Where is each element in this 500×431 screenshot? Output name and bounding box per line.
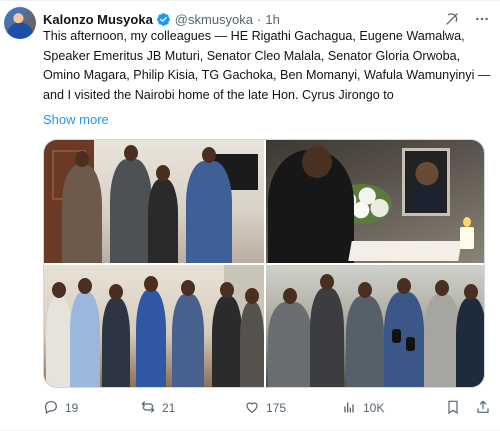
photo-head xyxy=(302,146,332,178)
photo-person xyxy=(62,165,102,263)
repost-count: 21 xyxy=(162,401,176,415)
share-icon xyxy=(475,399,491,418)
display-name[interactable]: Kalonzo Musyoka xyxy=(43,12,153,27)
verified-badge-icon xyxy=(156,12,171,27)
like-count: 175 xyxy=(266,401,287,415)
photo-candle xyxy=(460,227,474,249)
share-button[interactable] xyxy=(475,399,491,418)
photo-person xyxy=(456,298,484,387)
repost-icon xyxy=(140,399,156,418)
photo-person xyxy=(136,290,166,387)
photo-portrait xyxy=(411,159,443,211)
tweet-text: This afternoon, my colleagues — HE Rigat… xyxy=(43,29,491,102)
photo-condolence-book[interactable] xyxy=(266,140,484,263)
photo-portrait-frame xyxy=(402,148,450,216)
photo-condolence-book-page xyxy=(348,241,462,261)
more-icon[interactable] xyxy=(474,11,490,27)
photo-person xyxy=(148,179,178,263)
photo-person xyxy=(424,294,460,387)
photo-microphone xyxy=(406,337,415,351)
photo-person xyxy=(268,302,312,387)
avatar[interactable] xyxy=(4,7,36,39)
bookmark-icon xyxy=(445,399,461,418)
views-icon xyxy=(341,399,357,418)
photo-candle-flame xyxy=(463,217,471,227)
tweet-header: Kalonzo Musyoka @skmusyoka · 1h xyxy=(43,9,490,29)
photo-group[interactable] xyxy=(44,265,264,387)
separator-dot: · xyxy=(257,11,262,27)
repost-button[interactable]: 21 xyxy=(140,399,175,418)
tweet-card[interactable]: Kalonzo Musyoka @skmusyoka · 1h This aft… xyxy=(0,0,500,431)
views-count: 10K xyxy=(363,401,385,415)
bookmark-button[interactable] xyxy=(445,399,461,418)
photo-microphone xyxy=(392,329,401,343)
media-grid xyxy=(43,139,485,388)
timestamp[interactable]: 1h xyxy=(265,12,279,27)
heart-icon xyxy=(244,399,260,418)
photo-person xyxy=(240,302,264,387)
photo-press[interactable] xyxy=(266,265,484,387)
author-handle[interactable]: @skmusyoka xyxy=(175,12,253,27)
reply-button[interactable]: 19 xyxy=(43,399,78,418)
photo-person xyxy=(172,294,204,387)
photo-person xyxy=(102,298,130,387)
reply-icon xyxy=(43,399,59,418)
grok-icon[interactable] xyxy=(444,11,460,27)
show-more-link[interactable]: Show more xyxy=(43,112,109,127)
photo-person xyxy=(110,159,152,263)
header-actions xyxy=(444,11,490,27)
photo-person xyxy=(310,288,344,387)
photo-person xyxy=(70,292,100,387)
reply-count: 19 xyxy=(65,401,79,415)
photo-person xyxy=(212,296,242,387)
photo-person xyxy=(186,161,232,263)
like-button[interactable]: 175 xyxy=(244,399,286,418)
tweet-actions: 19 21 175 10K xyxy=(43,396,491,420)
photo-handshake[interactable] xyxy=(44,140,264,263)
photo-person xyxy=(384,292,424,387)
photo-person xyxy=(46,296,72,387)
photo-person xyxy=(346,296,384,387)
views-button[interactable]: 10K xyxy=(341,399,384,418)
